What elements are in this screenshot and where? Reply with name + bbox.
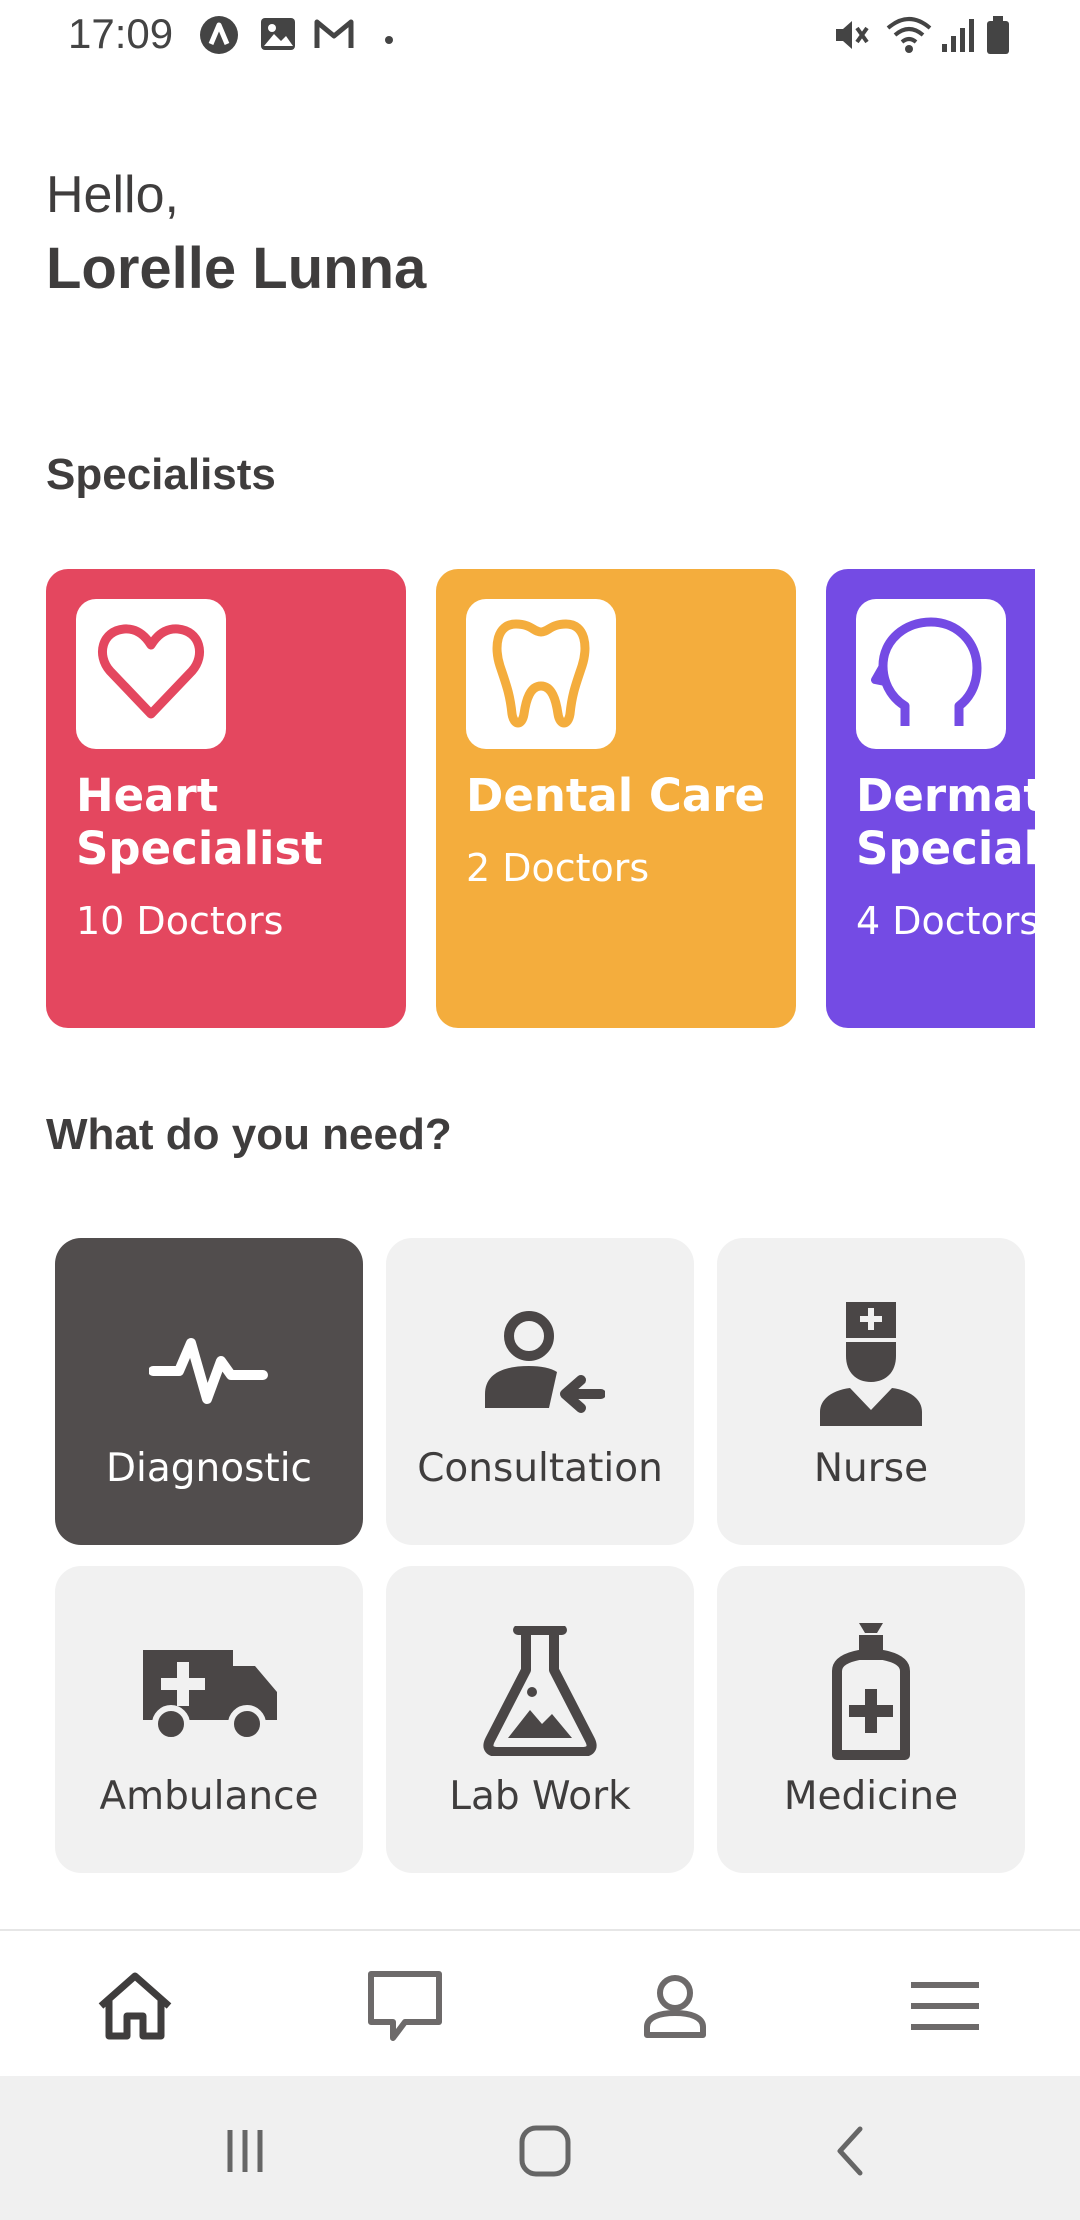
tooth-icon bbox=[466, 599, 616, 749]
specialist-name: Dermato Specialist bbox=[856, 769, 1035, 875]
service-diagnostic[interactable]: Diagnostic bbox=[55, 1238, 363, 1545]
status-time: 17:09 bbox=[68, 10, 174, 57]
flask-icon bbox=[386, 1626, 694, 1756]
app-icon bbox=[198, 14, 240, 60]
service-lab-work[interactable]: Lab Work bbox=[386, 1566, 694, 1873]
recent-apps-icon[interactable] bbox=[210, 2116, 280, 2186]
bottom-navigation bbox=[0, 1929, 1080, 2077]
service-consultation[interactable]: Consultation bbox=[386, 1238, 694, 1545]
chat-icon[interactable] bbox=[360, 1961, 450, 2051]
service-medicine[interactable]: Medicine bbox=[717, 1566, 1025, 1873]
specialist-doctor-count: 4 Doctors bbox=[856, 899, 1035, 943]
specialist-card-dermato[interactable]: Dermato Specialist 4 Doctors bbox=[826, 569, 1035, 1028]
service-nurse[interactable]: Nurse bbox=[717, 1238, 1025, 1545]
medicine-bottle-icon bbox=[717, 1623, 1025, 1760]
specialist-doctor-count: 10 Doctors bbox=[76, 899, 284, 943]
dot-icon bbox=[384, 30, 394, 49]
specialists-title: Specialists bbox=[46, 450, 276, 499]
gallery-icon bbox=[258, 14, 298, 58]
specialist-card-dental[interactable]: Dental Care 2 Doctors bbox=[436, 569, 796, 1028]
mute-icon bbox=[830, 14, 872, 60]
signal-icon bbox=[940, 14, 976, 60]
service-label: Ambulance bbox=[99, 1774, 319, 1819]
home-button-icon[interactable] bbox=[510, 2116, 580, 2186]
specialist-name: Heart Specialist bbox=[76, 769, 323, 875]
pulse-icon bbox=[55, 1298, 363, 1428]
specialist-name: Dental Care bbox=[466, 769, 765, 822]
greeting-text: Hello, bbox=[46, 166, 179, 224]
service-label: Medicine bbox=[783, 1774, 959, 1819]
specialists-carousel[interactable]: Heart Specialist 10 Doctors Dental Care … bbox=[46, 569, 1035, 1029]
status-bar: 17:09 bbox=[0, 0, 1080, 70]
service-label: Lab Work bbox=[449, 1774, 631, 1819]
heart-icon bbox=[76, 599, 226, 749]
menu-icon[interactable] bbox=[900, 1961, 990, 2051]
battery-icon bbox=[984, 14, 1012, 60]
wifi-icon bbox=[884, 14, 934, 60]
home-icon[interactable] bbox=[90, 1961, 180, 2051]
needs-title: What do you need? bbox=[46, 1110, 452, 1159]
head-icon bbox=[856, 599, 1006, 749]
specialist-doctor-count: 2 Doctors bbox=[466, 846, 650, 890]
service-label: Nurse bbox=[813, 1446, 929, 1491]
ambulance-icon bbox=[55, 1626, 363, 1756]
consultation-icon bbox=[386, 1298, 694, 1428]
service-label: Diagnostic bbox=[106, 1446, 312, 1491]
nurse-icon bbox=[717, 1298, 1025, 1428]
system-navigation-bar bbox=[0, 2076, 1080, 2220]
specialist-card-heart[interactable]: Heart Specialist 10 Doctors bbox=[46, 569, 406, 1028]
service-ambulance[interactable]: Ambulance bbox=[55, 1566, 363, 1873]
service-label: Consultation bbox=[417, 1446, 663, 1491]
back-icon[interactable] bbox=[815, 2116, 885, 2186]
gmail-icon bbox=[312, 14, 356, 58]
user-name: Lorelle Lunna bbox=[46, 236, 427, 301]
profile-icon[interactable] bbox=[630, 1961, 720, 2051]
